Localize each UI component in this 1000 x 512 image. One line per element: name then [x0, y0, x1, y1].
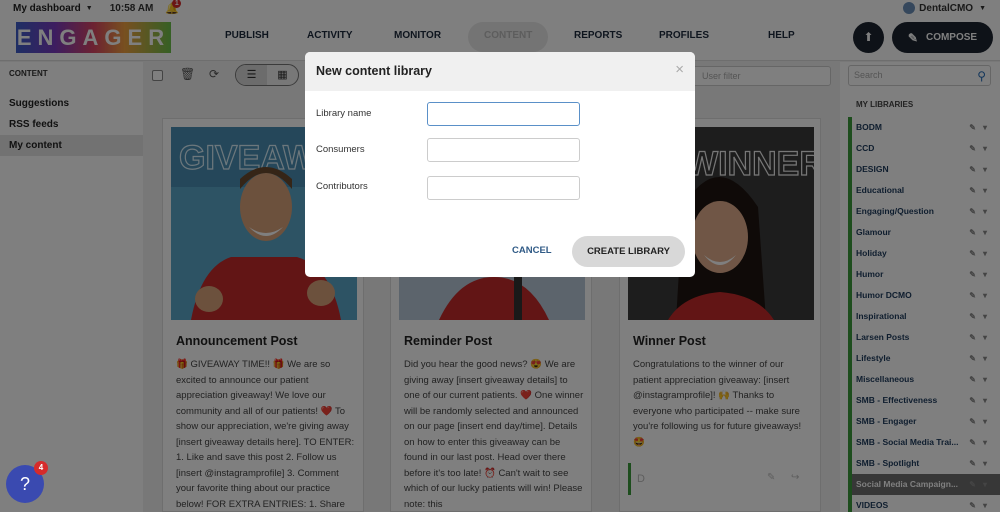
- consumers-input[interactable]: [427, 138, 580, 162]
- dialog-header: New content library ×: [305, 52, 695, 91]
- dialog-title: New content library: [316, 64, 432, 78]
- help-icon: ?: [19, 474, 30, 494]
- close-icon[interactable]: ×: [675, 61, 684, 78]
- contributors-input[interactable]: [427, 176, 580, 200]
- library-name-label: Library name: [316, 108, 372, 119]
- cancel-button[interactable]: CANCEL: [512, 245, 552, 256]
- help-badge: 4: [34, 461, 48, 475]
- contributors-label: Contributors: [316, 181, 368, 192]
- create-library-button[interactable]: CREATE LIBRARY: [572, 236, 685, 267]
- new-library-dialog: New content library × Library name Consu…: [305, 52, 695, 277]
- library-name-input[interactable]: [427, 102, 580, 126]
- consumers-label: Consumers: [316, 144, 365, 155]
- help-chat-button[interactable]: ? 4: [6, 461, 48, 503]
